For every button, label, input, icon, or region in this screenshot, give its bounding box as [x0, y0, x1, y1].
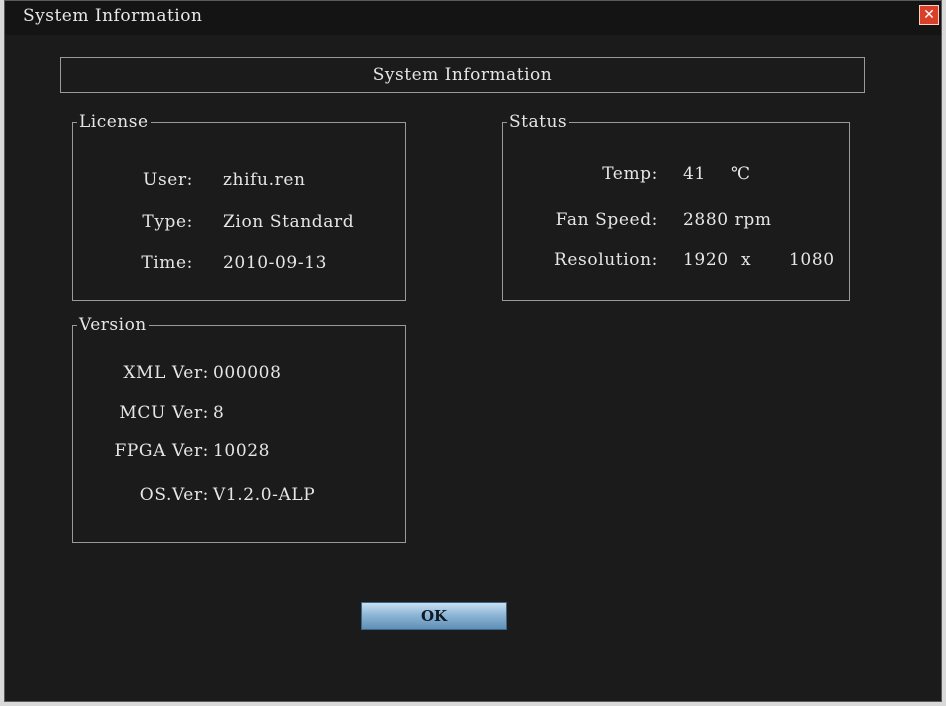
resolution-height: 1080	[789, 250, 835, 270]
system-information-window: System Information ✕ System Information …	[4, 0, 942, 702]
ok-button-label: OK	[420, 607, 448, 625]
resolution-width: 1920	[683, 250, 729, 270]
type-value: Zion Standard	[223, 212, 355, 232]
mcu-ver-label: MCU Ver:	[119, 403, 209, 423]
status-group: Status Temp: 41 ℃ Fan Speed: 2880 rpm Re…	[502, 112, 850, 301]
version-legend: Version	[79, 315, 147, 335]
fan-speed-label: Fan Speed:	[555, 210, 658, 230]
fan-speed-value: 2880 rpm	[683, 210, 772, 230]
user-value: zhifu.ren	[223, 170, 306, 190]
window-title: System Information	[23, 6, 203, 26]
xml-ver-label: XML Ver:	[123, 363, 209, 383]
license-legend: License	[79, 112, 149, 132]
resolution-separator: x	[741, 250, 752, 270]
page-title: System Information	[60, 57, 865, 93]
page-title-text: System Information	[372, 65, 553, 85]
version-group: Version XML Ver: 000008 MCU Ver: 8 FPGA …	[72, 315, 406, 543]
type-label: Type:	[142, 212, 193, 232]
fpga-ver-value: 10028	[213, 441, 271, 461]
fpga-ver-label: FPGA Ver:	[114, 441, 209, 461]
status-legend: Status	[509, 112, 568, 132]
ok-button[interactable]: OK	[361, 602, 507, 630]
resolution-label: Resolution:	[554, 250, 658, 270]
user-label: User:	[143, 170, 193, 190]
license-group: License User: zhifu.ren Type: Zion Stand…	[72, 112, 406, 301]
close-button[interactable]: ✕	[919, 5, 939, 25]
temp-label: Temp:	[602, 164, 658, 184]
mcu-ver-value: 8	[213, 403, 225, 423]
close-icon: ✕	[923, 7, 935, 23]
time-label: Time:	[141, 253, 193, 273]
time-value: 2010-09-13	[223, 253, 328, 273]
xml-ver-value: 000008	[213, 363, 282, 383]
os-ver-value: V1.2.0-ALP	[213, 485, 316, 505]
temp-value: 41	[683, 164, 706, 184]
title-bar: System Information ✕	[5, 1, 941, 35]
os-ver-label: OS.Ver:	[139, 485, 209, 505]
temp-unit: ℃	[731, 164, 751, 184]
